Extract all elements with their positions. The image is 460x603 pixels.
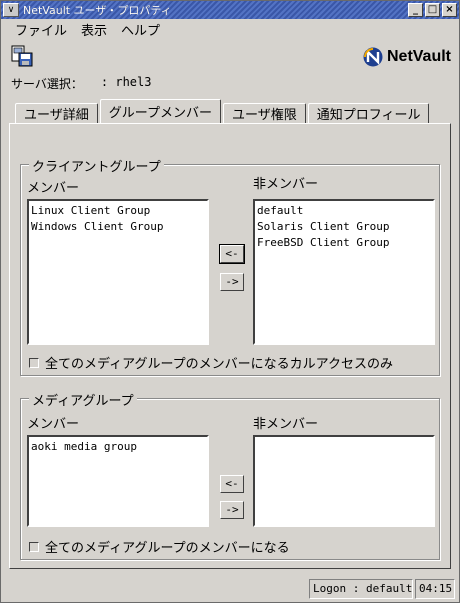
- save-icon[interactable]: [11, 45, 33, 67]
- client-non-members-list[interactable]: default Solaris Client Group FreeBSD Cli…: [253, 199, 435, 345]
- close-button[interactable]: ×: [442, 3, 457, 17]
- list-item[interactable]: FreeBSD Client Group: [257, 235, 431, 251]
- clock-status: 04:15: [415, 579, 455, 599]
- tab-user-details[interactable]: ユーザ詳細: [15, 103, 98, 123]
- window-title: NetVault ユーザ・プロパティ: [23, 4, 172, 17]
- client-add-member-button[interactable]: <-: [219, 244, 245, 264]
- toolbar: NetVault: [11, 43, 451, 71]
- client-members-label: メンバー: [27, 181, 80, 196]
- title-bar[interactable]: ∨ NetVault ユーザ・プロパティ _ □ ×: [1, 1, 459, 19]
- server-value[interactable]: : rhel3: [101, 75, 152, 92]
- list-item[interactable]: Linux Client Group: [31, 203, 205, 219]
- client-all-groups-label: 全てのメディアグループのメンバーになるカルアクセスのみ: [45, 357, 394, 372]
- status-bar: Logon : default 04:15: [1, 579, 459, 601]
- netvault-logo-icon: [363, 47, 383, 67]
- netvault-logo: NetVault: [363, 47, 451, 67]
- menu-file[interactable]: ファイル: [15, 20, 67, 39]
- media-all-groups-checkbox[interactable]: [29, 541, 39, 552]
- tab-bar: ユーザ詳細 グループメンバー ユーザ権限 通知プロフィール: [15, 99, 431, 123]
- media-all-groups-label: 全てのメディアグループのメンバーになる: [45, 541, 290, 556]
- menu-help[interactable]: ヘルプ: [121, 20, 160, 39]
- list-item[interactable]: Solaris Client Group: [257, 219, 431, 235]
- media-members-list[interactable]: aoki media group: [27, 435, 209, 527]
- brand-name: NetVault: [386, 48, 451, 65]
- window-menu-icon[interactable]: ∨: [3, 3, 19, 17]
- media-members-label: メンバー: [27, 417, 80, 432]
- client-remove-member-button[interactable]: ->: [220, 273, 244, 291]
- group-members-panel: クライアントグループ メンバー 非メンバー Linux Client Group…: [9, 123, 451, 569]
- client-members-list[interactable]: Linux Client Group Windows Client Group: [27, 199, 209, 345]
- client-all-groups-option[interactable]: 全てのメディアグループのメンバーになるカルアクセスのみ: [29, 353, 393, 372]
- menu-bar: ファイル 表示 ヘルプ: [1, 19, 459, 39]
- tab-group-members[interactable]: グループメンバー: [99, 99, 221, 123]
- client-non-members-label: 非メンバー: [253, 177, 319, 192]
- tab-user-privileges[interactable]: ユーザ権限: [222, 103, 306, 123]
- media-non-members-list[interactable]: [253, 435, 435, 527]
- list-item[interactable]: aoki media group: [31, 439, 205, 455]
- window-controls: _ □ ×: [408, 3, 457, 17]
- list-item[interactable]: default: [257, 203, 431, 219]
- client-group-box: クライアントグループ メンバー 非メンバー Linux Client Group…: [20, 156, 440, 376]
- server-label: サーバ選択：: [11, 77, 83, 91]
- minimize-button[interactable]: _: [408, 3, 423, 17]
- maximize-button[interactable]: □: [425, 3, 440, 17]
- media-group-box: メディアグループ メンバー 非メンバー aoki media group <- …: [20, 390, 440, 560]
- list-item[interactable]: Windows Client Group: [31, 219, 205, 235]
- server-selection: サーバ選択： : rhel3: [11, 75, 151, 92]
- logon-status: Logon : default: [309, 579, 413, 599]
- client-group-title: クライアントグループ: [29, 156, 164, 175]
- tab-notification-profile[interactable]: 通知プロフィール: [307, 103, 430, 123]
- user-properties-window: ∨ NetVault ユーザ・プロパティ _ □ × ファイル 表示 ヘルプ N…: [0, 0, 460, 603]
- media-add-member-button[interactable]: <-: [220, 475, 244, 493]
- media-group-title: メディアグループ: [29, 390, 137, 409]
- media-non-members-label: 非メンバー: [253, 417, 319, 432]
- media-remove-member-button[interactable]: ->: [220, 501, 244, 519]
- client-all-groups-checkbox[interactable]: [29, 357, 39, 368]
- menu-view[interactable]: 表示: [81, 20, 107, 39]
- media-all-groups-option[interactable]: 全てのメディアグループのメンバーになる: [29, 537, 290, 556]
